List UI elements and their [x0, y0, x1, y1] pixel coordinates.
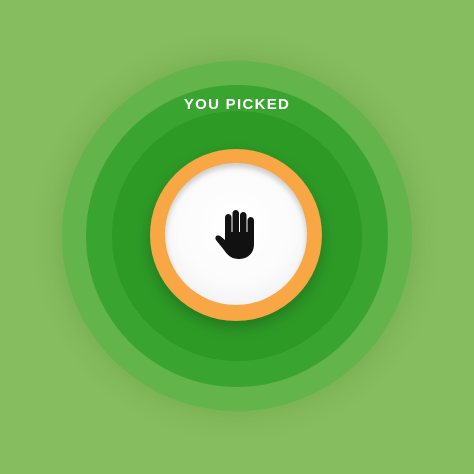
result-screen: YOU PICKED: [0, 0, 474, 474]
picked-choice-token: [150, 149, 322, 321]
picked-choice-face: [165, 163, 307, 305]
you-picked-title: YOU PICKED: [183, 96, 291, 113]
raised-hand-icon: [215, 210, 254, 259]
